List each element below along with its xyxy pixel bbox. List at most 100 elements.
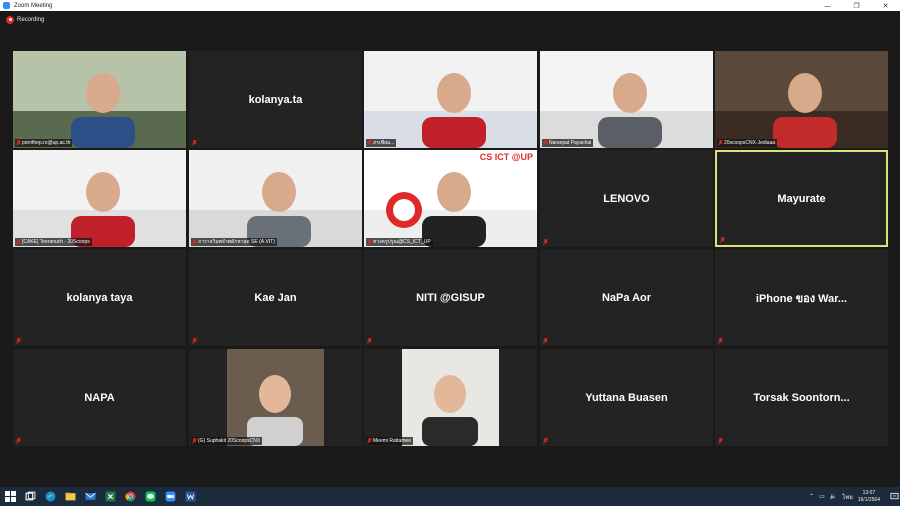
participant-tile[interactable]: NaPa Aor [540,249,713,346]
muted-mic-icon [367,140,372,146]
participant-name: Torsak Soontorn... [753,391,850,404]
participant-tile[interactable]: Torsak Soontorn... [715,349,888,446]
participant-tile[interactable]: iPhone ของ War... [715,249,888,346]
muted-mic-icon [718,438,723,444]
participant-name: iPhone ของ War... [755,292,848,305]
participant-tile[interactable]: CS ICT @UP ทางครูปรูณ@CS_ICT_UP [364,150,537,247]
participant-name-caption: ภาราจวิมพจำพดักหาสุด SE (A.VIT) [191,238,277,246]
recording-bar: Recording [0,11,900,28]
participant-name-caption: (G) Suphakit 20ScoopsCNX [191,437,263,445]
participant-name: NAPA [84,391,115,404]
muted-mic-icon [192,239,197,245]
task-view-icon[interactable] [20,487,40,506]
participant-tile[interactable]: 20scoopsCNX-Jediaaa [715,51,888,148]
participant-name-caption: Narsepat Payachai [542,139,594,147]
muted-mic-icon [16,239,21,245]
window-controls: — ❐ ✕ [813,0,900,11]
recording-label: Recording [17,16,45,23]
participant-tile[interactable]: (G) Suphakit 20ScoopsCNX [189,349,362,446]
muted-mic-icon [367,338,372,344]
participant-name: Kae Jan [254,291,297,304]
clock-date: 16/1/2564 [857,496,880,503]
participant-tile[interactable]: ภาราจวิมพจำพดักหาสุด SE (A.VIT) [189,150,362,247]
participant-video [189,349,362,446]
muted-mic-icon [720,237,725,243]
edge-icon[interactable] [40,487,60,506]
input-language[interactable]: ไทย [842,492,853,502]
chrome-icon[interactable] [120,487,140,506]
muted-mic-icon [192,140,197,146]
windows-start-icon[interactable] [0,487,20,506]
participant-name: NaPa Aor [601,291,652,304]
participant-video [189,150,362,247]
muted-mic-icon [16,338,21,344]
participant-tile[interactable]: Narsepat Payachai [540,51,713,148]
participant-tile[interactable]: Yuttana Buasen [540,349,713,446]
participant-name: kolanya.ta [248,93,303,106]
participant-tile[interactable]: [CAKE] Teeranuch - 20Scoops [13,150,186,247]
participant-name: kolanya taya [66,291,133,304]
system-tray: ⌃ ▭ 🔈 ไทย 13:07 16/1/2564 [809,487,900,506]
participant-name: Mayurate [777,192,826,205]
participant-video [364,349,537,446]
taskbar-clock[interactable]: 13:07 16/1/2564 [858,490,880,504]
video-overlay-text: CS ICT @UP [479,152,533,162]
participant-tile[interactable]: Mayurate [715,150,888,247]
participant-name-caption: [CAKE] Teeranuch - 20Scoops [15,238,92,246]
zoom-app-icon [3,2,10,9]
participant-name-caption: Meemi Rattamee [366,437,414,445]
muted-mic-icon [367,438,372,444]
participant-tile[interactable]: kolanya taya [13,249,186,346]
muted-mic-icon [16,438,21,444]
participant-tile[interactable]: ภรเซียม... [364,51,537,148]
volume-icon[interactable]: 🔈 [830,493,837,500]
muted-mic-icon [543,438,548,444]
participant-name: LENOVO [603,192,650,205]
line-icon[interactable] [140,487,160,506]
recording-icon[interactable] [6,15,14,24]
participant-tile[interactable]: NITI @GISUP [364,249,537,346]
close-button[interactable]: ✕ [871,0,900,11]
clock-time: 13:07 [862,489,876,496]
participant-video [540,51,713,148]
participant-name-caption: 20scoopsCNX-Jediaaa [717,139,778,147]
participant-tile[interactable]: pornthep.ro@up.ac.th [13,51,186,148]
participant-video [364,51,537,148]
excel-icon[interactable] [100,487,120,506]
participant-tile[interactable]: kolanya.ta [189,51,362,148]
participant-tile[interactable]: Meemi Rattamee [364,349,537,446]
participant-name-caption: ทางครูปรูณ@CS_ICT_UP [366,238,433,246]
muted-mic-icon [718,338,723,344]
window-titlebar: Zoom Meeting — ❐ ✕ [0,0,900,11]
participant-tile[interactable]: NAPA [13,349,186,446]
muted-mic-icon [192,438,197,444]
notification-icon[interactable] [888,487,900,506]
participant-video [715,51,888,148]
participant-tile[interactable]: Kae Jan [189,249,362,346]
mail-icon[interactable] [80,487,100,506]
windows-taskbar: ⌃ ▭ 🔈 ไทย 13:07 16/1/2564 [0,487,900,506]
participant-video [13,150,186,247]
muted-mic-icon [543,239,548,245]
file-explorer-icon[interactable] [60,487,80,506]
network-icon[interactable]: ▭ [819,493,825,500]
participant-name: Yuttana Buasen [585,391,668,404]
participant-name: NITI @GISUP [416,291,485,304]
word-icon[interactable] [180,487,200,506]
muted-mic-icon [543,140,548,146]
window-title: Zoom Meeting [14,2,53,9]
participant-video [364,150,537,247]
muted-mic-icon [367,239,372,245]
participant-tile[interactable]: LENOVO [540,150,713,247]
participant-video [13,51,186,148]
tray-chevron-icon[interactable]: ⌃ [809,493,814,500]
muted-mic-icon [718,140,723,146]
muted-mic-icon [16,140,21,146]
muted-mic-icon [543,338,548,344]
maximize-button[interactable]: ❐ [842,0,871,11]
muted-mic-icon [192,338,197,344]
zoom-icon[interactable] [160,487,180,506]
participant-name-caption: pornthep.ro@up.ac.th [15,139,73,147]
gallery-view: pornthep.ro@up.ac.th kolanya.ta ภรเซียม...… [13,51,889,447]
minimize-button[interactable]: — [813,0,842,11]
